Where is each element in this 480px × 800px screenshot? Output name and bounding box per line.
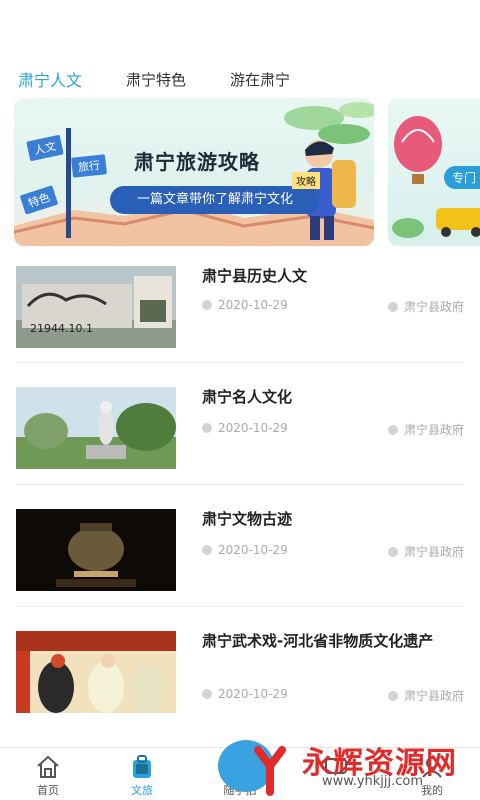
- category-tabs: 肃宁人文 肃宁特色 游在肃宁: [18, 66, 480, 92]
- tab-wenlv[interactable]: 文旅: [94, 748, 190, 800]
- article-meta: 2020-10-29 肃宁县政府: [202, 421, 464, 438]
- article-source: 肃宁县政府: [403, 545, 464, 559]
- watermark-url: www.yhkjjj.com: [322, 774, 424, 789]
- thumb-date-text: 21944.10.1: [30, 322, 93, 335]
- article-meta: 2020-10-29 肃宁县政府: [202, 298, 464, 315]
- banner-tag: 攻略: [292, 172, 320, 189]
- watermark: 永辉资源网 www.yhkjjj.com: [214, 736, 480, 798]
- article-thumbnail: [16, 387, 176, 469]
- article-date: 2020-10-29: [218, 687, 288, 701]
- banner-subtitle: 一篇文章带你了解肃宁文化: [110, 186, 320, 214]
- article-title: 肃宁名人文化: [202, 388, 293, 406]
- article-thumbnail: [16, 509, 176, 591]
- tab-tese[interactable]: 肃宁特色: [126, 69, 186, 90]
- tab-renwen[interactable]: 肃宁人文: [18, 67, 82, 91]
- clock-icon: [202, 423, 212, 433]
- article-source: 肃宁县政府: [403, 423, 464, 437]
- eye-icon: [387, 691, 398, 701]
- article-date: 2020-10-29: [218, 543, 288, 557]
- home-icon: [37, 755, 59, 778]
- article-source: 肃宁县政府: [403, 689, 464, 703]
- tab-home-label: 首页: [37, 784, 59, 797]
- article-list: 21944.10.1 肃宁县历史人文 2020-10-29 肃宁县政府 肃宁名人…: [16, 258, 464, 728]
- tab-wenlv-label: 文旅: [131, 784, 153, 797]
- article-title: 肃宁武术戏-河北省非物质文化遗产: [202, 632, 434, 650]
- list-item[interactable]: 21944.10.1 肃宁县历史人文 2020-10-29 肃宁县政府: [16, 258, 464, 363]
- list-item[interactable]: 肃宁名人文化 2020-10-29 肃宁县政府: [16, 363, 464, 485]
- article-meta: 2020-10-29 肃宁县政府: [202, 543, 464, 560]
- clock-icon: [202, 300, 212, 310]
- banner-title: 肃宁旅游攻略: [134, 150, 260, 174]
- banner-slide[interactable]: 人文 旅行 特色 肃宁旅游攻略 一篇文章带你了解肃宁文化 攻略: [14, 98, 374, 246]
- list-item[interactable]: 肃宁文物古迹 2020-10-29 肃宁县政府: [16, 485, 464, 607]
- tab-home[interactable]: 首页: [0, 748, 96, 800]
- clock-icon: [202, 545, 212, 555]
- article-thumbnail: [16, 631, 176, 713]
- watermark-logo: [218, 740, 286, 796]
- clock-icon: [202, 689, 212, 699]
- article-date: 2020-10-29: [218, 421, 288, 435]
- article-date: 2020-10-29: [218, 298, 288, 312]
- tab-youzai[interactable]: 游在肃宁: [230, 69, 290, 90]
- eye-icon: [387, 302, 398, 312]
- article-meta: 2020-10-29 肃宁县政府: [202, 687, 464, 704]
- article-source: 肃宁县政府: [403, 300, 464, 314]
- article-title: 肃宁文物古迹: [202, 510, 293, 528]
- banner2-tag: 专门: [444, 166, 480, 189]
- sign-lvxing: 旅行: [71, 154, 107, 178]
- eye-icon: [387, 425, 398, 435]
- list-item[interactable]: 肃宁武术戏-河北省非物质文化遗产 2020-10-29 肃宁县政府: [16, 607, 464, 728]
- bag-icon: [133, 755, 151, 778]
- banner-carousel[interactable]: 人文 旅行 特色 肃宁旅游攻略 一篇文章带你了解肃宁文化 攻略 专门: [0, 98, 480, 248]
- article-title: 肃宁县历史人文: [202, 267, 308, 285]
- article-thumbnail: 21944.10.1: [16, 266, 176, 348]
- banner-slide-next[interactable]: 专门: [388, 98, 480, 246]
- eye-icon: [387, 547, 398, 557]
